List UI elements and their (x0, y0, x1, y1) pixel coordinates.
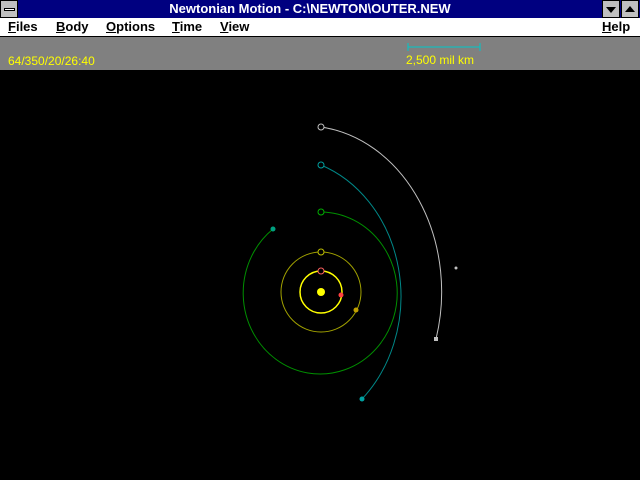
start-marker-red (317, 267, 325, 275)
orbit-view[interactable] (0, 70, 640, 480)
orbit-path-teal (320, 164, 402, 400)
orbit-path-white (320, 126, 443, 340)
start-marker-teal (317, 161, 325, 169)
planet-red (338, 292, 344, 298)
sun-body (317, 288, 325, 296)
start-marker-green (317, 208, 325, 216)
scale-bar (407, 43, 481, 51)
start-marker-olive (317, 248, 325, 256)
scale-label: 2,500 mil km (406, 53, 475, 67)
planet-white (434, 337, 438, 341)
planet-green (270, 226, 276, 232)
planet-teal (359, 396, 365, 402)
planet-olive (353, 307, 359, 313)
orbit-point-white (454, 266, 458, 270)
start-marker-white (317, 123, 325, 131)
